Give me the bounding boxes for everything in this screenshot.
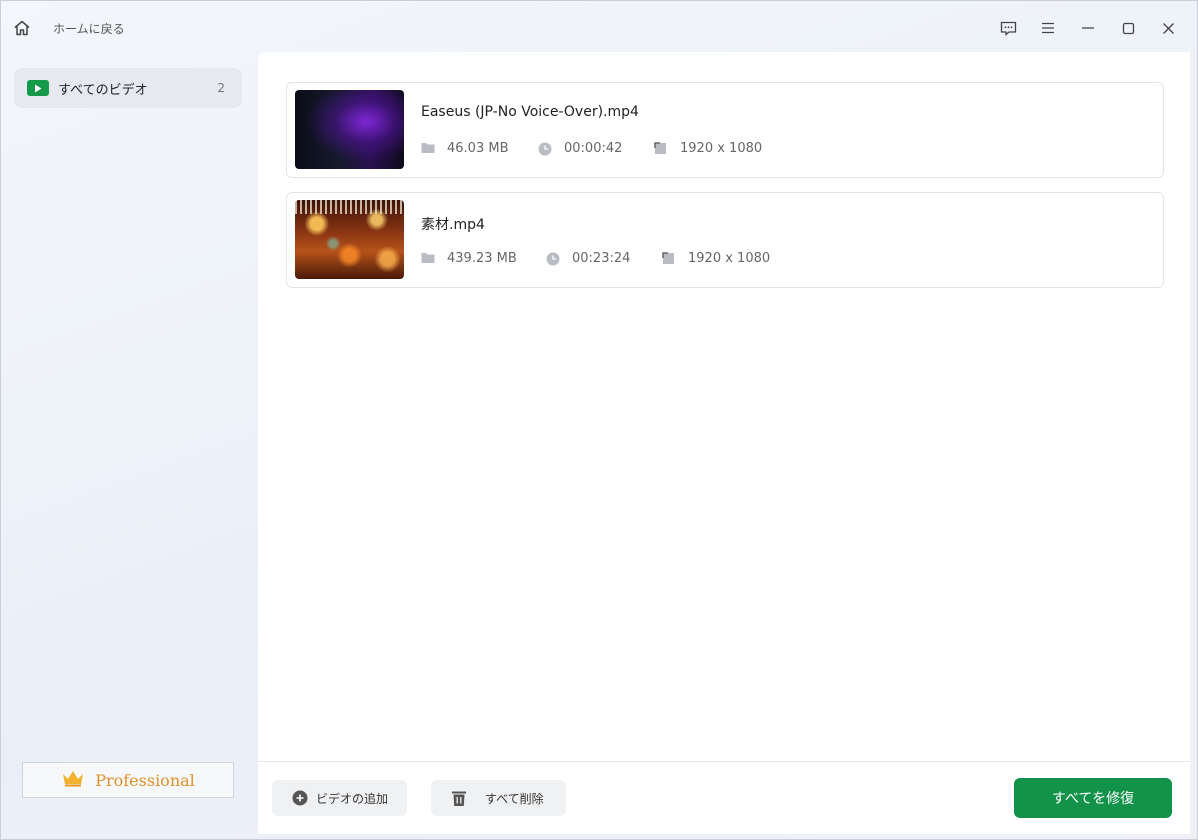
title-bar: ホームに戻る xyxy=(0,0,1198,52)
video-file-name: 素材.mp4 xyxy=(421,217,485,233)
professional-button[interactable]: Professional xyxy=(22,762,234,798)
back-home-label[interactable]: ホームに戻る xyxy=(53,20,125,37)
file-size-meta: 439.23 MB xyxy=(421,251,517,266)
crown-icon xyxy=(61,769,85,791)
file-size-meta: 46.03 MB xyxy=(421,141,508,156)
file-size: 46.03 MB xyxy=(447,141,509,156)
video-list-panel: Easeus (JP-No Voice-Over).mp4 46.03 MB 0… xyxy=(258,52,1190,834)
folder-icon xyxy=(421,252,435,266)
delete-all-label: すべて削除 xyxy=(485,791,544,806)
add-video-label: ビデオの追加 xyxy=(316,791,389,806)
play-icon xyxy=(27,80,49,96)
professional-label: Professional xyxy=(95,770,195,790)
duration-meta: 00:23:24 xyxy=(546,251,630,266)
video-file-name: Easeus (JP-No Voice-Over).mp4 xyxy=(421,104,639,120)
resolution-meta: 1920 x 1080 xyxy=(654,141,762,156)
add-circle-icon xyxy=(292,790,308,806)
folder-icon xyxy=(421,142,435,156)
resolution: 1920 x 1080 xyxy=(680,141,763,156)
repair-all-button[interactable]: すべてを修復 xyxy=(1014,778,1172,818)
duration: 00:23:24 xyxy=(572,251,631,266)
feedback-icon[interactable] xyxy=(996,16,1020,40)
sidebar-item-all-videos[interactable]: すべてのビデオ 2 xyxy=(14,68,242,108)
resolution-meta: 1920 x 1080 xyxy=(662,251,770,266)
clock-icon xyxy=(546,252,560,266)
maximize-icon[interactable] xyxy=(1116,16,1140,40)
clock-icon xyxy=(538,142,552,156)
resolution: 1920 x 1080 xyxy=(688,251,771,266)
delete-all-button[interactable]: すべて削除 xyxy=(431,780,566,816)
trash-icon xyxy=(451,790,467,807)
repair-all-label: すべてを修復 xyxy=(1051,791,1135,807)
video-thumbnail xyxy=(295,200,404,279)
menu-icon[interactable] xyxy=(1036,16,1060,40)
sidebar-item-label: すべてのビデオ xyxy=(58,82,148,98)
add-video-button[interactable]: ビデオの追加 xyxy=(272,780,407,816)
file-size: 439.23 MB xyxy=(447,251,517,266)
window-right-edge xyxy=(1190,52,1198,840)
sidebar: すべてのビデオ 2 Professional xyxy=(0,52,258,840)
resolution-icon xyxy=(654,141,668,156)
sidebar-item-count: 2 xyxy=(217,81,225,95)
minimize-icon[interactable] xyxy=(1076,16,1100,40)
duration: 00:00:42 xyxy=(564,141,623,156)
video-card[interactable]: Easeus (JP-No Voice-Over).mp4 46.03 MB 0… xyxy=(286,82,1164,178)
video-thumbnail xyxy=(295,90,404,169)
video-card[interactable]: 素材.mp4 439.23 MB 00:23:24 1920 x 1080 xyxy=(286,192,1164,288)
duration-meta: 00:00:42 xyxy=(538,141,622,156)
footer-divider xyxy=(258,761,1190,762)
resolution-icon xyxy=(662,251,676,266)
close-icon[interactable] xyxy=(1156,16,1180,40)
home-icon[interactable] xyxy=(10,16,34,40)
